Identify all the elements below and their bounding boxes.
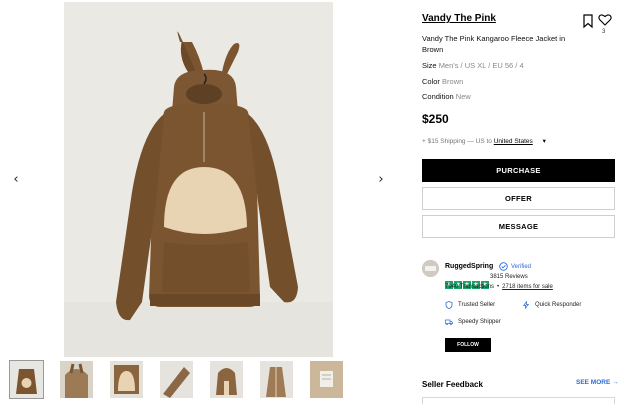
condition-row: Condition New <box>422 92 471 101</box>
follow-button[interactable]: FOLLOW <box>445 338 491 352</box>
color-label: Color <box>422 77 440 86</box>
jacket-illustration <box>64 2 333 357</box>
thumbnail[interactable] <box>210 361 243 398</box>
message-button[interactable]: MESSAGE <box>422 215 615 238</box>
quick-responder-label: Quick Responder <box>535 302 582 308</box>
trusted-seller-label: Trusted Seller <box>458 302 496 308</box>
listing-title: Vandy The Pink Kangaroo Fleece Jacket in… <box>422 34 566 54</box>
heart-icon[interactable] <box>598 13 612 27</box>
thumbnail[interactable] <box>9 360 44 399</box>
shield-check-icon <box>445 301 453 309</box>
like-count: 3 <box>602 29 606 35</box>
seller-name-link[interactable]: RuggedSpring <box>445 263 493 270</box>
image-gallery: ‹ › <box>0 0 400 404</box>
shipping-text: + $15 Shipping — US to <box>422 138 492 145</box>
condition-label: Condition <box>422 92 454 101</box>
main-product-photo[interactable] <box>64 2 333 357</box>
transactions-row: 7940 Transactions • 2718 items for sale <box>445 284 553 290</box>
seller-avatar[interactable] <box>422 260 439 277</box>
shipping-country-select[interactable]: United States <box>494 138 533 145</box>
reviews-count[interactable]: 3815 Reviews <box>490 274 528 280</box>
listing-details: Vandy The Pink 3 Vandy The Pink Kangaroo… <box>422 0 619 404</box>
purchase-button[interactable]: PURCHASE <box>422 159 615 182</box>
shipping-info: + $15 Shipping — US to United States ▾ <box>422 137 546 145</box>
thumbnail[interactable] <box>260 361 293 398</box>
previous-image-arrow[interactable]: ‹ <box>8 172 24 188</box>
bookmark-icon[interactable] <box>582 14 594 28</box>
price: $250 <box>422 112 449 126</box>
offer-button[interactable]: OFFER <box>422 187 615 210</box>
brand-link[interactable]: Vandy The Pink <box>422 13 496 24</box>
thumbnail[interactable] <box>110 361 143 398</box>
size-row: Size Men's / US XL / EU 56 / 4 <box>422 61 524 70</box>
thumbnail[interactable] <box>60 361 93 398</box>
rating-stars: ★ ★ ★ ★ ★ <box>445 273 490 289</box>
lightning-icon <box>522 301 530 309</box>
next-image-arrow[interactable]: › <box>373 172 389 188</box>
verified-check-icon <box>499 262 508 271</box>
feedback-card <box>422 397 615 404</box>
chevron-down-icon[interactable]: ▾ <box>543 138 546 145</box>
transactions-count: 7940 Transactions <box>445 284 495 290</box>
items-for-sale-link[interactable]: 2718 items for sale <box>502 284 553 290</box>
truck-icon <box>445 319 453 326</box>
thumbnail[interactable] <box>160 361 193 398</box>
size-value: Men's / US XL / EU 56 / 4 <box>438 61 524 70</box>
separator: • <box>497 284 500 290</box>
see-more-link[interactable]: SEE MORE → <box>576 379 619 386</box>
color-row: Color Brown <box>422 77 463 86</box>
color-value: Brown <box>442 77 464 86</box>
thumbnail-strip <box>9 360 350 399</box>
verified-label: Verified <box>511 264 532 270</box>
size-label: Size <box>422 61 437 70</box>
thumbnail[interactable] <box>310 361 343 398</box>
condition-value: New <box>455 92 471 101</box>
speedy-shipper-label: Speedy Shipper <box>458 319 501 325</box>
seller-feedback-title: Seller Feedback <box>422 380 483 389</box>
